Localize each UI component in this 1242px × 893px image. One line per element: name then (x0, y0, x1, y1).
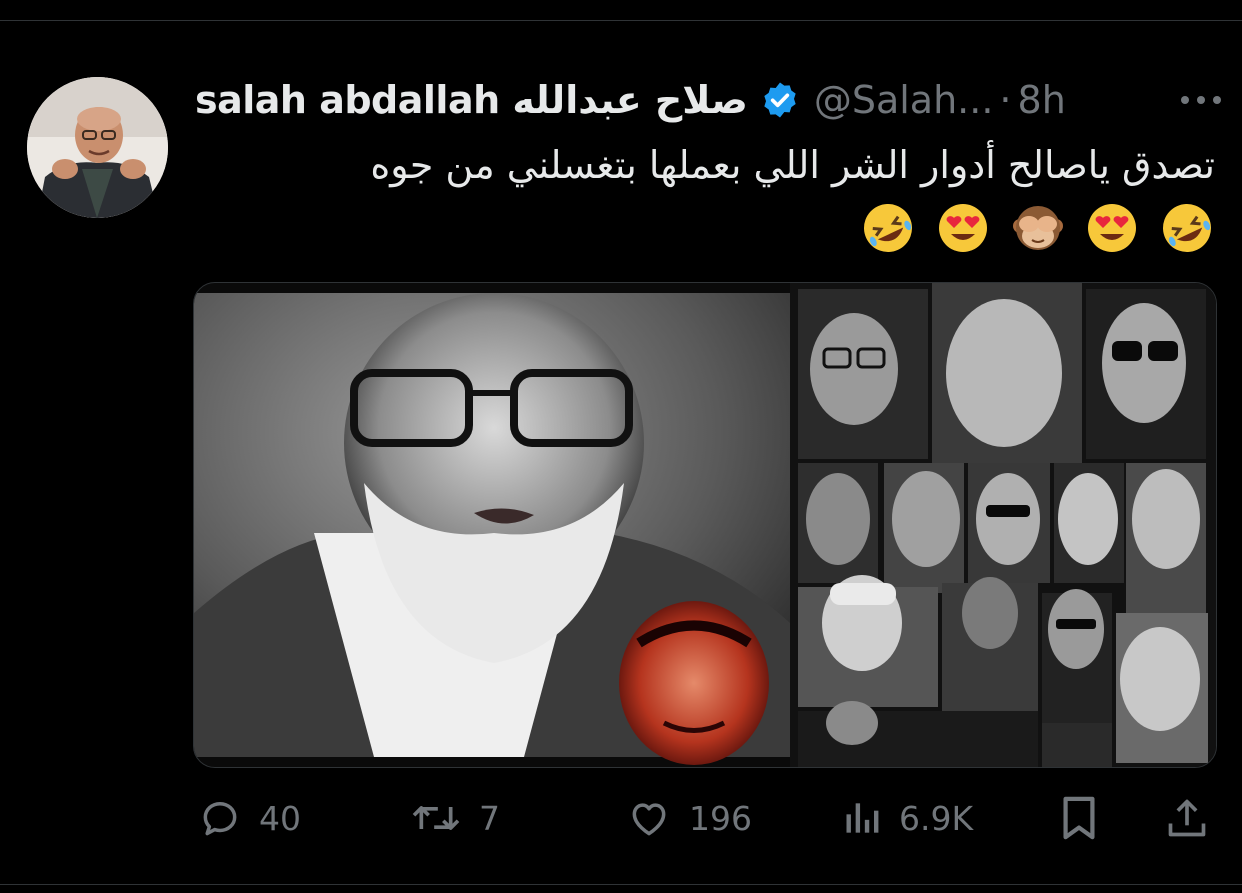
verified-badge-icon (760, 80, 800, 120)
like-count: 196 (689, 798, 752, 838)
tweet-media-image[interactable] (193, 282, 1217, 768)
author-avatar[interactable] (27, 77, 168, 218)
see-no-evil-monkey-emoji-icon (1010, 200, 1066, 256)
reply-count: 40 (259, 798, 301, 838)
bookmark-button[interactable] (1059, 790, 1099, 846)
share-button[interactable] (1165, 790, 1209, 846)
author-display-name[interactable]: salah abdallah صلاح عبدالله (195, 78, 748, 122)
reply-button[interactable]: 40 (197, 790, 301, 846)
heart-eyes-emoji-icon (1084, 200, 1140, 256)
heart-eyes-emoji-icon (935, 200, 991, 256)
retweet-count: 7 (479, 798, 500, 838)
bookmark-icon (1063, 796, 1095, 840)
more-options-button[interactable] (1177, 80, 1225, 120)
views-button[interactable]: 6.9K (843, 790, 973, 846)
heart-icon (632, 803, 666, 836)
tweet-timestamp[interactable]: 8h (1018, 78, 1066, 122)
retweet-icon (412, 806, 460, 830)
more-icon (1181, 96, 1221, 104)
author-handle[interactable]: @Salah... (814, 78, 994, 122)
reply-icon (203, 801, 237, 836)
share-icon (1168, 799, 1206, 837)
rofl-emoji-icon (1159, 200, 1215, 256)
tweet-action-bar: 40 7 196 6.9K (193, 790, 1215, 846)
tweet-header: salah abdallah صلاح عبدالله @Salah... · … (195, 74, 1225, 126)
views-icon (846, 803, 879, 833)
views-count: 6.9K (899, 798, 974, 838)
tweet-page: salah abdallah صلاح عبدالله @Salah... · … (0, 0, 1242, 893)
rofl-emoji-icon (860, 200, 916, 256)
like-button[interactable]: 196 (625, 790, 752, 846)
bottom-divider (0, 884, 1242, 885)
separator-dot: · (999, 78, 1012, 122)
tweet-text: تصدق ياصالح أدوار الشر اللي بعملها بتغسل… (370, 143, 1215, 187)
top-divider (0, 20, 1242, 21)
emoji-row (860, 198, 1215, 258)
retweet-button[interactable]: 7 (409, 790, 500, 846)
